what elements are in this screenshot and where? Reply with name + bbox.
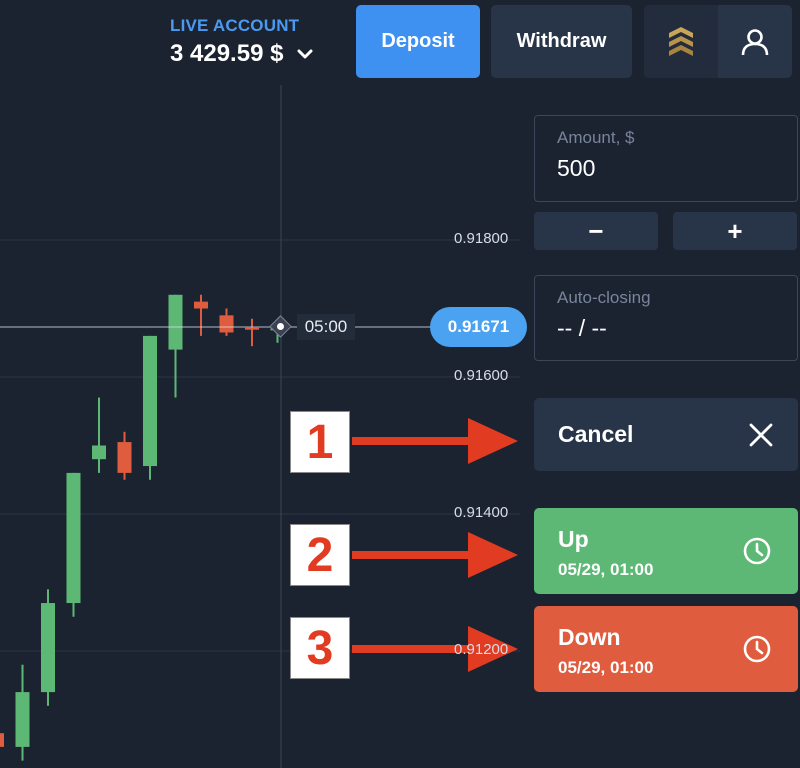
account-selector[interactable]: LIVE ACCOUNT 3 429.59 $ — [170, 16, 315, 68]
cancel-button[interactable]: Cancel — [534, 398, 798, 471]
current-point-marker — [269, 315, 292, 338]
price-level-label: 0.91200 — [454, 641, 509, 658]
profile-button[interactable] — [718, 5, 792, 78]
auto-closing-field[interactable]: Auto-closing -- / -- — [534, 275, 798, 361]
chevron-down-icon[interactable] — [295, 44, 315, 64]
candle — [66, 472, 81, 617]
annotation-number-2: 2 — [290, 524, 350, 586]
up-expiry-time: 05/29, 01:00 — [558, 560, 654, 579]
candle — [219, 308, 234, 336]
clock-icon — [743, 635, 771, 663]
annotation-number-3: 3 — [290, 617, 350, 679]
candle — [15, 664, 30, 761]
candle — [92, 397, 106, 473]
candle — [41, 589, 55, 706]
increase-amount-button[interactable]: + — [673, 212, 797, 250]
annotation-arrows — [352, 418, 518, 672]
account-icons-group — [644, 5, 792, 78]
candle — [143, 335, 157, 480]
deposit-button[interactable]: Deposit — [356, 5, 480, 78]
up-button[interactable]: Up 05/29, 01:00 — [534, 508, 798, 594]
current-price-badge: 0.91671 — [430, 307, 527, 347]
status-rank-icon — [669, 26, 693, 56]
down-expiry-time: 05/29, 01:00 — [558, 658, 654, 677]
decrease-amount-button[interactable]: − — [534, 212, 658, 250]
expiry-timer: 05:00 — [297, 314, 355, 340]
up-label: Up — [558, 526, 589, 552]
annotation-number-1: 1 — [290, 411, 350, 473]
cancel-label: Cancel — [558, 421, 634, 447]
account-balance: 3 429.59 $ — [170, 40, 284, 67]
account-type-label: LIVE ACCOUNT — [170, 16, 300, 35]
price-level-label: 0.91800 — [454, 230, 509, 247]
clock-icon — [743, 537, 771, 565]
amount-label: Amount, $ — [557, 128, 635, 147]
candle — [168, 294, 183, 398]
user-icon — [741, 28, 769, 55]
candle — [0, 733, 4, 747]
candle — [245, 318, 259, 347]
price-level-label: 0.91600 — [454, 367, 509, 384]
price-level-label: 0.91400 — [454, 504, 509, 521]
candle — [117, 431, 132, 480]
auto-closing-label: Auto-closing — [557, 288, 651, 307]
down-label: Down — [558, 624, 621, 650]
amount-value[interactable]: 500 — [557, 155, 775, 182]
withdraw-button[interactable]: Withdraw — [491, 5, 632, 78]
amount-field[interactable]: Amount, $ 500 — [534, 115, 798, 202]
status-rank-button[interactable] — [644, 5, 718, 78]
candle — [194, 294, 208, 336]
down-button[interactable]: Down 05/29, 01:00 — [534, 606, 798, 692]
auto-closing-value: -- / -- — [557, 315, 607, 341]
close-icon — [749, 423, 773, 446]
